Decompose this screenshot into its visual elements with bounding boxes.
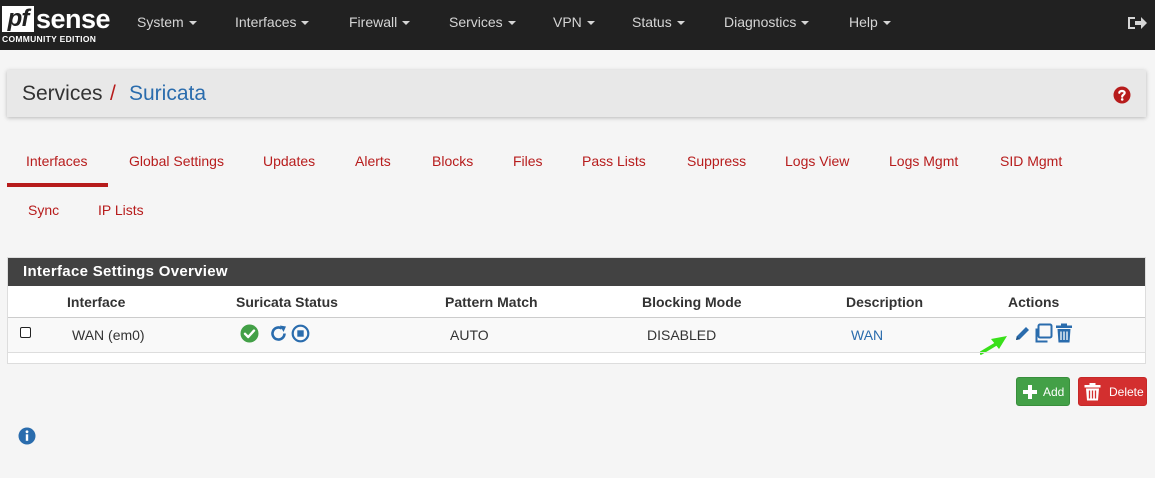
column-header-actions: Actions (1008, 294, 1060, 310)
breadcrumb-separator: / (110, 82, 116, 105)
nav-menu-services[interactable]: Services (449, 0, 516, 50)
restart-icon[interactable] (269, 324, 288, 343)
column-header-pattern-match: Pattern Match (445, 294, 538, 310)
sign-out-icon[interactable] (1127, 14, 1147, 32)
caret-down-icon (586, 21, 595, 26)
logo-pf: pf (2, 6, 34, 32)
info-circle-icon[interactable] (18, 427, 36, 445)
edit-pencil-icon[interactable] (1013, 324, 1032, 343)
stop-circle-icon[interactable] (291, 324, 310, 343)
nav-menu-interfaces[interactable]: Interfaces (235, 0, 310, 50)
column-header-description: Description (846, 294, 924, 310)
caret-down-icon (507, 21, 516, 26)
nav-menu-system[interactable]: System (137, 0, 197, 50)
trash-icon (1084, 383, 1101, 401)
column-header-interface: Interface (67, 294, 126, 310)
caret-down-icon (402, 21, 411, 26)
tab-logs-view[interactable]: Logs View (785, 149, 849, 179)
tab-global-settings[interactable]: Global Settings (129, 149, 224, 179)
caret-down-icon (188, 21, 197, 26)
row-pattern-match: AUTO (450, 327, 489, 343)
add-button-label: Add (1043, 385, 1065, 399)
delete-button[interactable]: Delete (1078, 377, 1147, 406)
tab-suppress[interactable]: Suppress (687, 149, 746, 179)
nav-menu-label: System (137, 14, 184, 30)
nav-menu-help[interactable]: Help (849, 0, 891, 50)
row-interface: WAN (em0) (72, 327, 145, 343)
caret-down-icon (801, 21, 810, 26)
interface-settings-panel: Interface Settings Overview Interface Su… (7, 257, 1146, 364)
nav-menu-firewall[interactable]: Firewall (349, 0, 411, 50)
question-circle-icon[interactable] (1113, 86, 1131, 104)
nav-menu-diagnostics[interactable]: Diagnostics (724, 0, 810, 50)
trash-icon[interactable] (1055, 323, 1073, 343)
nav-menu-label: Help (849, 14, 878, 30)
breadcrumb: Services / Suricata (7, 70, 1146, 117)
row-divider (8, 352, 1145, 353)
nav-menu-vpn[interactable]: VPN (553, 0, 595, 50)
nav-menu-label: VPN (553, 14, 582, 30)
nav-menu-label: Diagnostics (724, 14, 797, 30)
row-blocking-mode: DISABLED (647, 327, 717, 343)
nav-menu-label: Firewall (349, 14, 398, 30)
tab-ip-lists[interactable]: IP Lists (98, 198, 144, 228)
caret-down-icon (882, 21, 891, 26)
add-button[interactable]: Add (1016, 377, 1070, 406)
tab-sync[interactable]: Sync (28, 198, 59, 228)
tab-interfaces[interactable]: Interfaces (26, 149, 87, 179)
nav-menu-label: Interfaces (235, 14, 297, 30)
copy-icon[interactable] (1033, 323, 1053, 343)
column-header-suricata-status: Suricata Status (236, 294, 338, 310)
tab-alerts[interactable]: Alerts (355, 149, 391, 179)
nav-menu-status[interactable]: Status (632, 0, 685, 50)
check-circle-icon (240, 324, 259, 343)
tab-updates[interactable]: Updates (263, 149, 315, 179)
nav-menu-label: Services (449, 14, 503, 30)
caret-down-icon (301, 21, 310, 26)
tab-blocks[interactable]: Blocks (432, 149, 473, 179)
logo-sense: sense (36, 4, 111, 34)
pfsense-logo[interactable]: pf sense COMMUNITY EDITION (2, 4, 111, 46)
column-header-blocking-mode: Blocking Mode (642, 294, 742, 310)
breadcrumb-services[interactable]: Services (22, 82, 103, 106)
logo-edition: COMMUNITY EDITION (2, 34, 97, 44)
tab-sid-mgmt[interactable]: SID Mgmt (1000, 149, 1062, 179)
row-description-link[interactable]: WAN (851, 327, 883, 343)
breadcrumb-suricata[interactable]: Suricata (129, 82, 206, 106)
table-row (8, 318, 1145, 352)
tab-files[interactable]: Files (513, 149, 543, 179)
panel-title: Interface Settings Overview (8, 258, 1145, 286)
active-tab-indicator (7, 183, 108, 187)
top-navbar: pf sense COMMUNITY EDITION System Interf… (0, 0, 1155, 50)
tab-logs-mgmt[interactable]: Logs Mgmt (889, 149, 958, 179)
plus-icon (1023, 385, 1037, 399)
row-select-checkbox[interactable] (20, 327, 31, 338)
tab-pass-lists[interactable]: Pass Lists (582, 149, 646, 179)
delete-button-label: Delete (1109, 385, 1144, 399)
nav-menu-label: Status (632, 14, 672, 30)
caret-down-icon (676, 21, 685, 26)
